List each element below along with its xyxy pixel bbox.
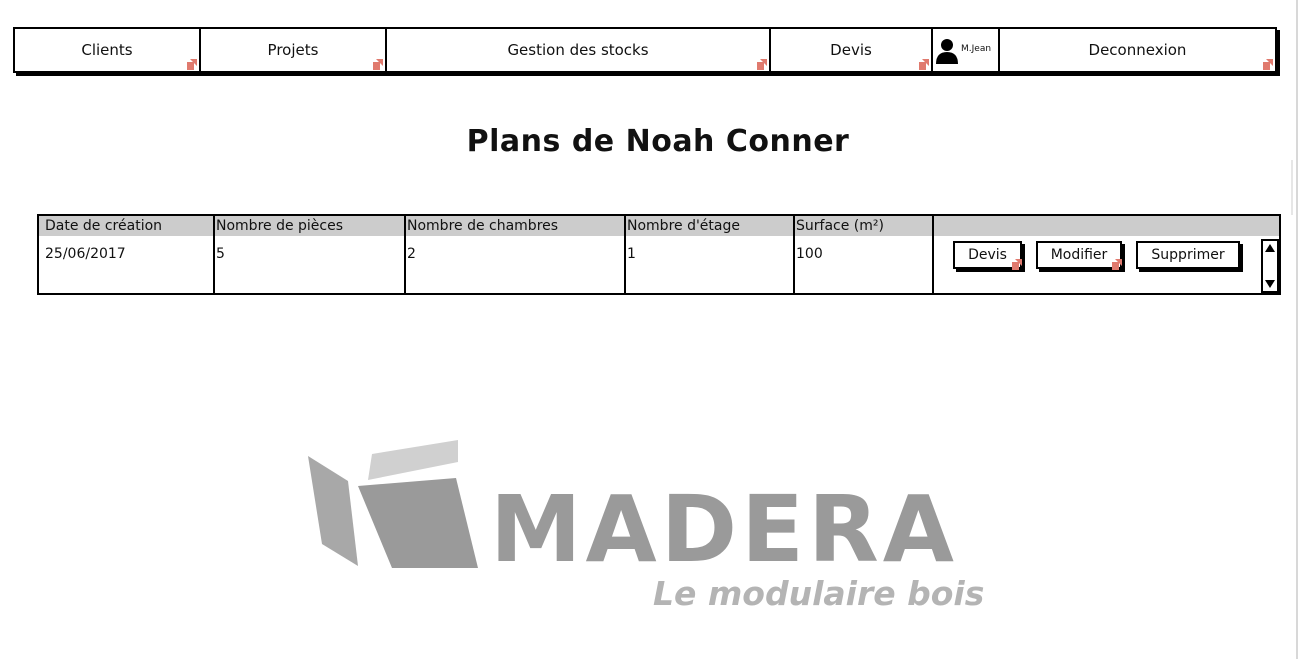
column-divider xyxy=(793,216,795,293)
link-arrow-icon xyxy=(1012,259,1022,270)
cell-nombre-chambres: 2 xyxy=(407,246,416,262)
logo-tagline: Le modulaire bois xyxy=(653,574,985,613)
link-arrow-icon xyxy=(1263,59,1273,70)
logo-brand: MADERA xyxy=(490,476,959,583)
page-title: Plans de Noah Conner xyxy=(466,124,850,159)
scroll-down-icon[interactable] xyxy=(1264,278,1276,290)
header-nombre-etage: Nombre d'étage xyxy=(627,218,740,234)
cell-date-creation: 25/06/2017 xyxy=(45,246,126,262)
page-edge-mark xyxy=(1291,160,1293,215)
nav-projets[interactable]: Projets xyxy=(201,29,387,71)
supprimer-button-label: Supprimer xyxy=(1151,247,1225,263)
top-navigation: Clients Projets Gestion des stocks Devis… xyxy=(13,27,1277,73)
user-icon xyxy=(936,39,958,64)
plans-table: Date de création Nombre de pièces Nombre… xyxy=(37,214,1281,295)
user-name: M.Jean xyxy=(961,44,992,54)
column-divider xyxy=(213,216,215,293)
devis-button[interactable]: Devis xyxy=(953,241,1022,270)
link-arrow-icon xyxy=(1112,259,1122,270)
header-date-creation: Date de création xyxy=(45,218,163,234)
column-divider xyxy=(404,216,406,293)
madera-logo: MADERA Le modulaire bois xyxy=(300,436,990,626)
current-user: M.Jean xyxy=(933,29,1000,71)
header-nombre-pieces: Nombre de pièces xyxy=(216,218,344,234)
page-edge xyxy=(1296,0,1298,659)
cell-nombre-etage: 1 xyxy=(627,246,636,262)
link-arrow-icon xyxy=(373,59,383,70)
nav-gestion-stocks-label: Gestion des stocks xyxy=(507,41,649,59)
logout-label: Deconnexion xyxy=(1088,41,1187,59)
nav-projets-label: Projets xyxy=(267,41,319,59)
nav-devis-label: Devis xyxy=(830,41,872,59)
supprimer-button[interactable]: Supprimer xyxy=(1136,241,1240,269)
header-surface: Surface (m²) xyxy=(796,218,884,234)
logo-mark-icon xyxy=(308,440,478,568)
link-arrow-icon xyxy=(919,59,929,70)
nav-deconnexion[interactable]: Deconnexion xyxy=(1000,29,1275,71)
link-arrow-icon xyxy=(757,59,767,70)
header-nombre-chambres: Nombre de chambres xyxy=(407,218,559,234)
nav-gestion-stocks[interactable]: Gestion des stocks xyxy=(387,29,771,71)
devis-button-label: Devis xyxy=(968,247,1007,263)
scroll-up-icon[interactable] xyxy=(1264,242,1276,254)
cell-nombre-pieces: 5 xyxy=(216,246,225,262)
column-divider xyxy=(932,216,934,293)
nav-devis[interactable]: Devis xyxy=(771,29,933,71)
nav-clients-label: Clients xyxy=(81,41,133,59)
modifier-button-label: Modifier xyxy=(1050,247,1108,263)
cell-surface: 100 xyxy=(796,246,823,262)
link-arrow-icon xyxy=(187,59,197,70)
column-divider xyxy=(624,216,626,293)
table-scrollbar[interactable] xyxy=(1261,239,1279,293)
nav-clients[interactable]: Clients xyxy=(15,29,201,71)
modifier-button[interactable]: Modifier xyxy=(1036,241,1122,270)
